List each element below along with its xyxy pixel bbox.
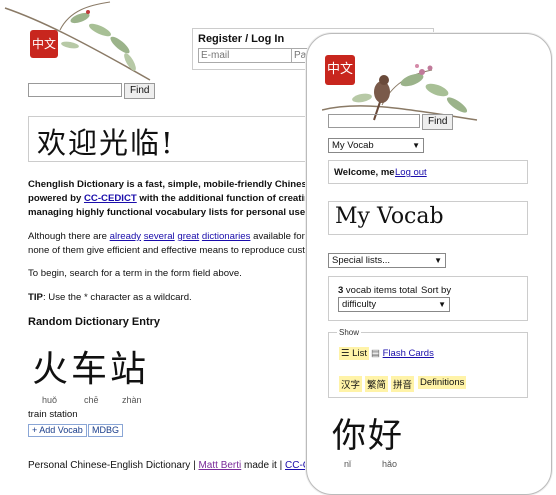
already-link[interactable]: already bbox=[110, 231, 141, 242]
phone-search-input[interactable] bbox=[328, 114, 420, 128]
footer-pre: Personal Chinese-English Dictionary | bbox=[28, 460, 199, 471]
list-tab[interactable]: ☰ List bbox=[339, 347, 369, 360]
tip-label: TIP bbox=[28, 292, 43, 303]
begin-paragraph: To begin, search for a term in the form … bbox=[28, 268, 242, 279]
welcome-banner: 欢迎光临! bbox=[28, 116, 320, 162]
list-icon: ☰ bbox=[341, 348, 350, 359]
footer: Personal Chinese-English Dictionary | Ma… bbox=[28, 460, 327, 471]
random-entry-meaning: train station bbox=[28, 409, 78, 420]
sort-select[interactable]: difficulty ▼ bbox=[338, 297, 450, 312]
flashcards-tab[interactable]: ▤ Flash Cards bbox=[371, 348, 434, 359]
find-button[interactable]: Find bbox=[124, 83, 156, 99]
add-vocab-button[interactable]: + Add Vocab bbox=[28, 424, 87, 437]
footer-mid: made it | bbox=[241, 460, 285, 471]
sort-select-value: difficulty bbox=[342, 299, 377, 310]
several-link[interactable]: several bbox=[144, 231, 175, 242]
vocab-entry-pinyin-2: hǎo bbox=[382, 459, 398, 469]
cc-cedict-link[interactable]: CC-CEDICT bbox=[84, 193, 137, 204]
list-tab-label: List bbox=[352, 348, 367, 359]
welcome-label: Welcome, me bbox=[334, 167, 395, 178]
show-legend: Show bbox=[337, 328, 362, 337]
toggle-definitions[interactable]: Definitions bbox=[418, 376, 467, 389]
phone-logo[interactable]: 中文 bbox=[325, 55, 355, 85]
login-title: Register / Log In bbox=[198, 33, 285, 45]
chevron-down-icon: ▼ bbox=[434, 256, 442, 265]
phone-logo-text: 中文 bbox=[326, 62, 353, 77]
welcome-box: Welcome, me Log out bbox=[328, 160, 528, 184]
site-logo[interactable]: 中文 bbox=[30, 30, 58, 58]
vocab-title-box: My Vocab bbox=[328, 201, 528, 235]
author-link[interactable]: Matt Berti bbox=[198, 460, 241, 471]
logo-text: 中文 bbox=[31, 37, 56, 51]
vocab-list-select[interactable]: My Vocab ▼ bbox=[328, 138, 424, 153]
pinyin-3: zhàn bbox=[122, 395, 142, 405]
toggle-hanzi[interactable]: 汉字 bbox=[339, 376, 363, 392]
para2-post: available for C bbox=[250, 231, 315, 242]
welcome-text: 欢迎光临! bbox=[37, 126, 175, 160]
para2-line2: none of them give efficient and effectiv… bbox=[28, 245, 318, 256]
intro-line2-post: with the additional function of creating bbox=[136, 193, 316, 204]
decorative-branch bbox=[4, 1, 151, 81]
cards-icon: ▤ bbox=[371, 348, 380, 359]
toggle-pinyin[interactable]: 拼音 bbox=[391, 376, 415, 392]
intro-paragraph: Chenglish Dictionary is a fast, simple, … bbox=[28, 178, 318, 220]
vocab-list-select-value: My Vocab bbox=[332, 140, 374, 151]
pinyin-1: huǒ bbox=[42, 395, 58, 405]
vocab-count-text: vocab items total bbox=[343, 285, 418, 296]
random-entry-title: Random Dictionary Entry bbox=[28, 316, 161, 328]
tip-text: : Use the * character as a wildcard. bbox=[42, 292, 192, 303]
vocab-title: My Vocab bbox=[335, 204, 444, 229]
mdbg-button[interactable]: MDBG bbox=[88, 424, 123, 437]
logout-link[interactable]: Log out bbox=[395, 167, 427, 178]
phone-find-button[interactable]: Find bbox=[422, 114, 454, 130]
dictionaries-link[interactable]: dictionaries bbox=[202, 231, 251, 242]
search-input[interactable] bbox=[28, 83, 122, 97]
show-fieldset: Show ☰ List ▤ Flash Cards 汉字 繁简 拼音 Defin… bbox=[328, 328, 528, 398]
special-lists-value: Special lists... bbox=[332, 255, 391, 266]
para2-pre: Although there are bbox=[28, 231, 110, 242]
pinyin-2: chē bbox=[84, 395, 99, 405]
vocab-entry-hanzi[interactable]: 你好 bbox=[332, 408, 404, 457]
email-field[interactable] bbox=[198, 48, 292, 63]
vocab-entry-pinyin-1: nǐ bbox=[344, 459, 352, 469]
dictionaries-paragraph: Although there are already several great… bbox=[28, 230, 318, 258]
sort-label: Sort by bbox=[421, 285, 452, 296]
intro-line2-pre: powered by bbox=[28, 193, 84, 204]
vocab-count-line: 3 vocab items total bbox=[338, 285, 417, 296]
vocab-summary-box: 3 vocab items total Sort by difficulty ▼ bbox=[328, 276, 528, 321]
great-link[interactable]: great bbox=[177, 231, 199, 242]
special-lists-select[interactable]: Special lists... ▼ bbox=[328, 253, 446, 268]
random-entry-hanzi[interactable]: 火车站 bbox=[32, 340, 149, 392]
chevron-down-icon: ▼ bbox=[438, 300, 446, 309]
chevron-down-icon: ▼ bbox=[412, 141, 420, 150]
intro-line3: managing highly functional vocabulary li… bbox=[28, 207, 314, 218]
toggle-simplified-traditional[interactable]: 繁简 bbox=[365, 376, 389, 392]
flashcards-label[interactable]: Flash Cards bbox=[383, 348, 434, 359]
intro-line1: Chenglish Dictionary is a fast, simple, … bbox=[28, 179, 313, 190]
tip-paragraph: TIP: Use the * character as a wildcard. bbox=[28, 291, 318, 305]
